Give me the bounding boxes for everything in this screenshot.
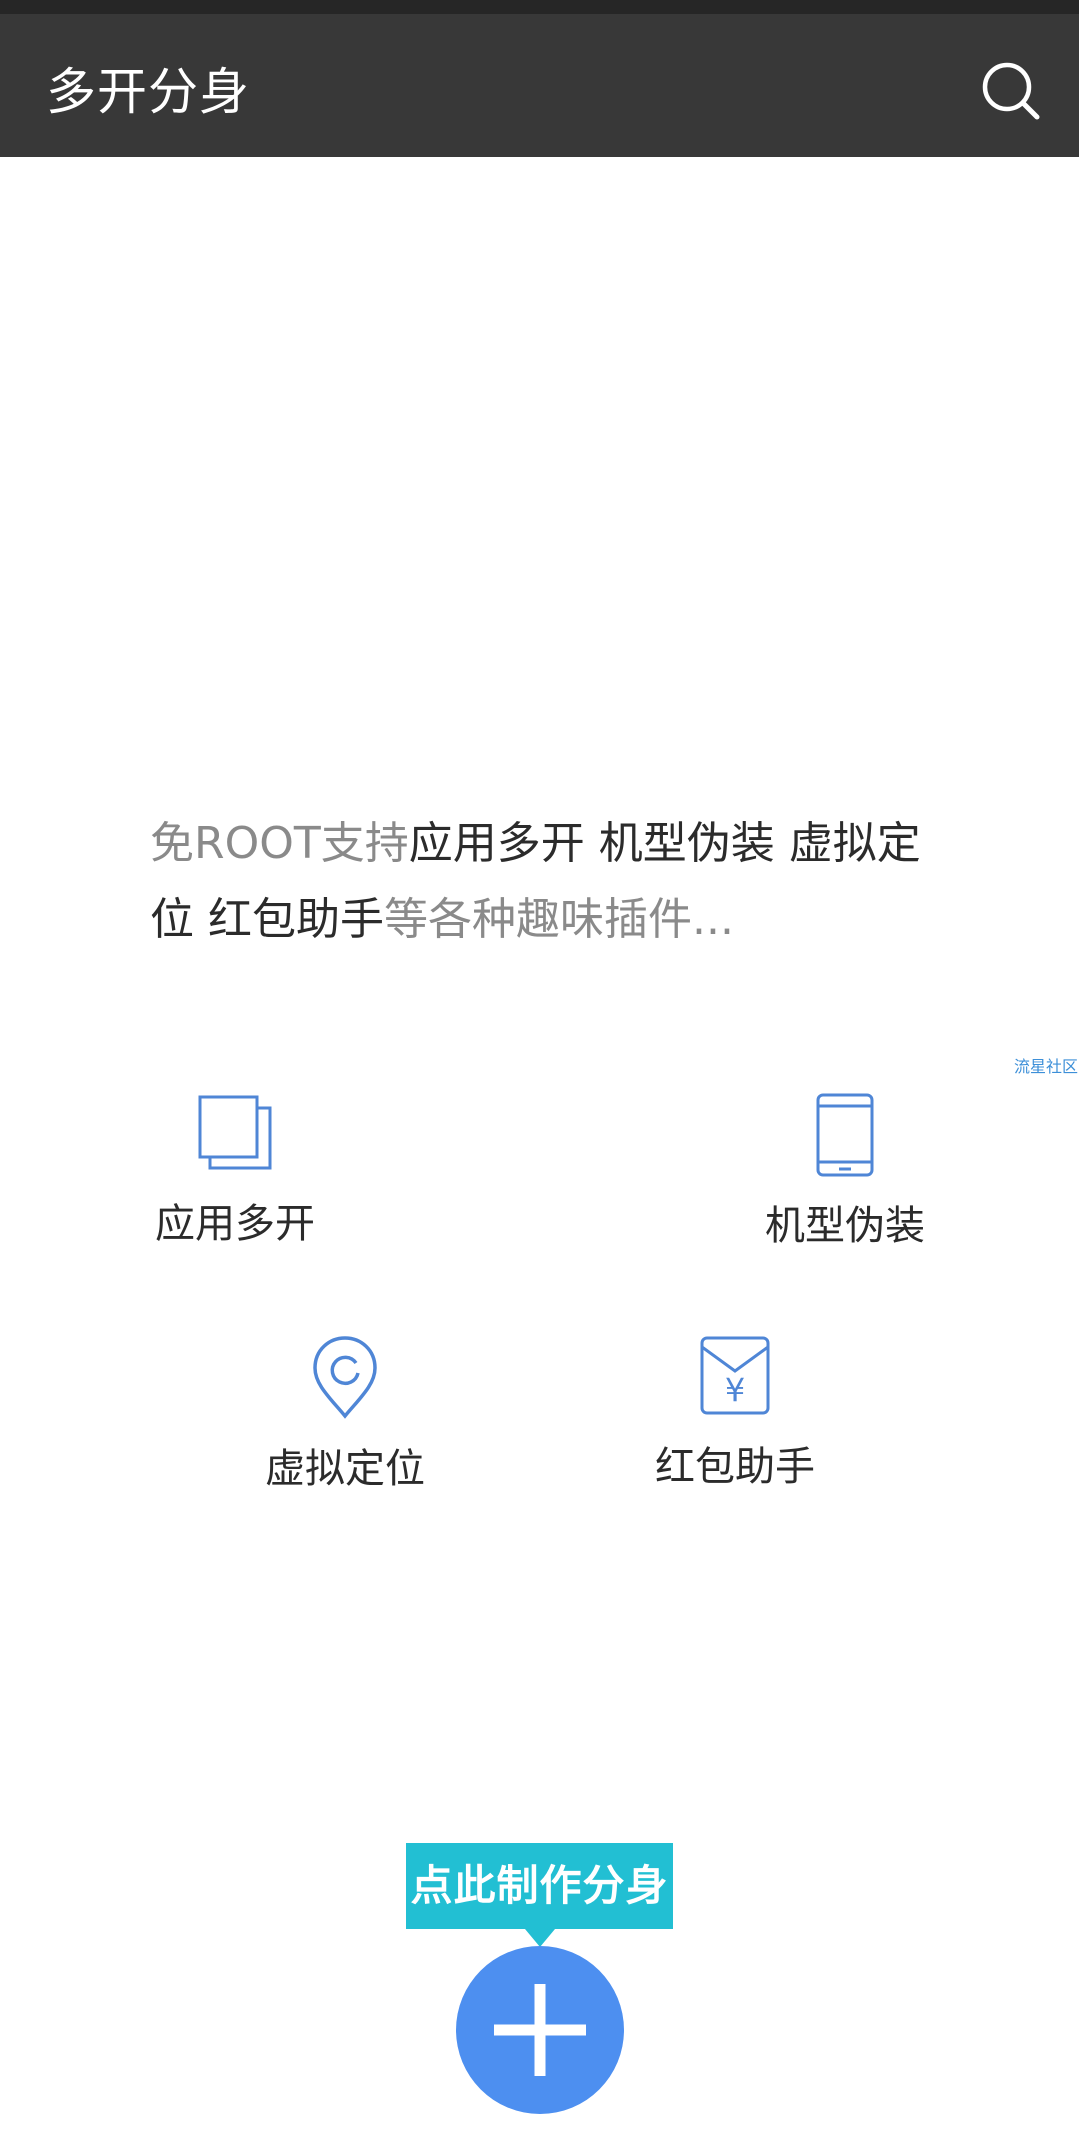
svg-text:¥: ¥ <box>725 1371 745 1409</box>
feature-label: 机型伪装 <box>765 1203 925 1249</box>
search-icon <box>982 62 1040 120</box>
app-title: 多开分身 <box>46 63 250 121</box>
intro-suffix: 等各种趣味插件... <box>384 894 734 945</box>
search-button[interactable] <box>976 56 1046 126</box>
add-clone-button[interactable] <box>456 1946 624 2114</box>
feature-description: 免ROOT支持应用多开 机型伪装 虚拟定位 红包助手等各种趣味插件... <box>150 806 930 958</box>
watermark: 流星社区 <box>1014 1057 1079 1076</box>
feature-app-multi-open[interactable]: 应用多开 <box>135 1092 335 1248</box>
feature-label: 虚拟定位 <box>265 1446 425 1492</box>
feature-label: 红包助手 <box>655 1444 815 1490</box>
phone-icon <box>745 1092 945 1178</box>
copy-icon <box>135 1092 335 1172</box>
feature-device-disguise[interactable]: 机型伪装 <box>745 1092 945 1250</box>
create-clone-tooltip: 点此制作分身 <box>406 1843 673 1929</box>
plus-icon <box>494 1984 586 2076</box>
intro-prefix: 免ROOT支持 <box>150 818 409 869</box>
tooltip-pointer <box>525 1929 555 1947</box>
feature-label: 应用多开 <box>155 1201 315 1247</box>
feature-virtual-location[interactable]: 虚拟定位 <box>245 1335 445 1493</box>
status-bar <box>0 0 1079 14</box>
red-envelope-icon: ¥ <box>635 1335 835 1417</box>
feature-red-envelope-helper[interactable]: ¥ 红包助手 <box>635 1335 835 1491</box>
app-bar: 多开分身 <box>0 14 1079 157</box>
location-pin-icon <box>245 1335 445 1419</box>
